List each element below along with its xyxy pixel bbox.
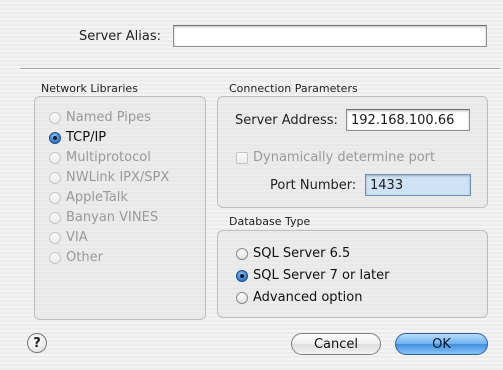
radio-named-pipes[interactable]: Named Pipes <box>49 110 151 125</box>
radio-nwlink-button[interactable] <box>49 171 61 184</box>
radio-via-button[interactable] <box>49 231 61 244</box>
radio-other[interactable]: Other <box>49 250 103 265</box>
radio-advanced-option[interactable]: Advanced option <box>236 290 362 305</box>
cancel-button[interactable]: Cancel <box>291 333 381 355</box>
radio-multiprotocol[interactable]: Multiprotocol <box>49 150 151 165</box>
radio-sql-7-button[interactable] <box>236 269 248 282</box>
radio-multiprotocol-button[interactable] <box>49 151 61 164</box>
dynamic-port-checkbox-row[interactable]: Dynamically determine port <box>236 150 435 165</box>
radio-multiprotocol-label: Multiprotocol <box>66 150 151 165</box>
radio-other-button[interactable] <box>49 251 61 264</box>
radio-tcp-ip-label: TCP/IP <box>66 130 107 145</box>
radio-sql-7-label: SQL Server 7 or later <box>253 268 390 283</box>
server-alias-input[interactable] <box>173 25 487 47</box>
help-icon: ? <box>33 335 41 351</box>
connection-parameters-title: Connection Parameters <box>229 82 358 95</box>
radio-nwlink[interactable]: NWLink IPX/SPX <box>49 170 169 185</box>
dynamic-port-checkbox[interactable] <box>236 151 248 164</box>
dynamic-port-label: Dynamically determine port <box>253 150 436 165</box>
radio-via[interactable]: VIA <box>49 230 88 245</box>
radio-sql-65-button[interactable] <box>236 247 248 260</box>
server-alias-label: Server Alias: <box>79 29 161 44</box>
radio-advanced-option-button[interactable] <box>236 291 248 304</box>
radio-nwlink-label: NWLink IPX/SPX <box>66 170 170 185</box>
radio-banyan-vines-button[interactable] <box>49 211 61 224</box>
database-type-title: Database Type <box>229 215 311 228</box>
radio-other-label: Other <box>66 250 103 265</box>
help-button[interactable]: ? <box>27 333 47 353</box>
server-address-input[interactable]: 192.168.100.66 <box>346 109 470 131</box>
divider <box>20 68 500 69</box>
port-number-input[interactable]: 1433 <box>365 174 471 196</box>
radio-advanced-option-label: Advanced option <box>253 290 363 305</box>
server-address-label: Server Address: <box>235 113 338 128</box>
radio-named-pipes-label: Named Pipes <box>66 110 151 125</box>
radio-banyan-vines-label: Banyan VINES <box>66 210 159 225</box>
radio-banyan-vines[interactable]: Banyan VINES <box>49 210 158 225</box>
radio-named-pipes-button[interactable] <box>49 111 61 124</box>
radio-sql-65-label: SQL Server 6.5 <box>253 246 351 261</box>
radio-appletalk[interactable]: AppleTalk <box>49 190 128 205</box>
radio-appletalk-button[interactable] <box>49 191 61 204</box>
radio-tcp-ip[interactable]: TCP/IP <box>49 130 106 145</box>
port-number-label: Port Number: <box>270 178 357 193</box>
ok-button[interactable]: OK <box>395 333 488 355</box>
radio-sql-7[interactable]: SQL Server 7 or later <box>236 268 389 283</box>
radio-tcp-ip-button[interactable] <box>49 131 61 144</box>
radio-sql-65[interactable]: SQL Server 6.5 <box>236 246 350 261</box>
network-libraries-title: Network Libraries <box>41 82 138 95</box>
radio-appletalk-label: AppleTalk <box>66 190 128 205</box>
radio-via-label: VIA <box>66 230 88 245</box>
